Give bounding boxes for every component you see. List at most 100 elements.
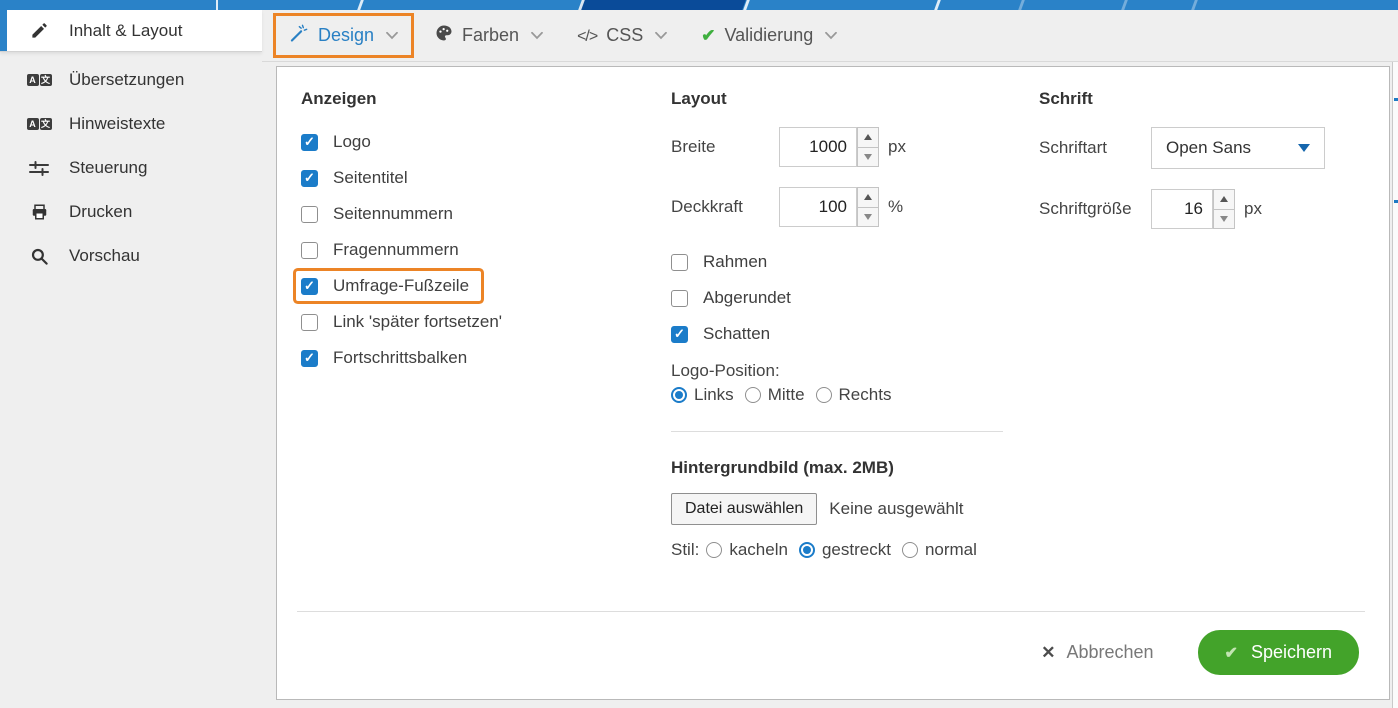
dropdown-triangle-icon bbox=[1298, 144, 1310, 152]
checkbox-checked-icon[interactable]: ✓ bbox=[301, 170, 318, 187]
sidebar-item-inhalt-layout[interactable]: Inhalt & Layout bbox=[0, 10, 262, 52]
anzeigen-section: Anzeigen ✓Logo✓SeitentitelSeitennummernF… bbox=[301, 89, 661, 379]
sidebar-item-hinweistexte[interactable]: A文 Hinweistexte bbox=[0, 102, 262, 146]
deckkraft-input[interactable] bbox=[779, 187, 857, 227]
schriftgroesse-decrement-button[interactable] bbox=[1213, 210, 1235, 230]
checkbox-label: Abgerundet bbox=[703, 288, 791, 308]
schriftgroesse-label: Schriftgröße bbox=[1039, 199, 1151, 219]
speichern-button[interactable]: ✔ Speichern bbox=[1198, 630, 1359, 675]
radio-mitte[interactable]: Mitte bbox=[745, 385, 805, 405]
toolbar: Design Farben </>CSS ✔Validierung bbox=[262, 10, 1398, 62]
checkbox-label: Rahmen bbox=[703, 252, 767, 272]
section-divider bbox=[671, 431, 1003, 432]
checkbox-link-spaeter-fortsetzen[interactable]: Link 'später fortsetzen' bbox=[296, 307, 514, 337]
deckkraft-decrement-button[interactable] bbox=[857, 208, 879, 228]
radio-label: Mitte bbox=[768, 385, 805, 405]
checkbox-unchecked-icon[interactable] bbox=[671, 254, 688, 271]
checkbox-fortschrittsbalken[interactable]: ✓Fortschrittsbalken bbox=[296, 343, 479, 373]
sidebar-item-label: Hinweistexte bbox=[69, 114, 165, 134]
checkbox-rahmen[interactable]: Rahmen bbox=[666, 247, 779, 277]
checkbox-label: Link 'später fortsetzen' bbox=[333, 312, 502, 332]
breite-increment-button[interactable] bbox=[857, 127, 879, 148]
tab-label: Validierung bbox=[724, 25, 813, 46]
deckkraft-label: Deckkraft bbox=[671, 197, 779, 217]
sidebar-item-drucken[interactable]: Drucken bbox=[0, 190, 262, 234]
checkbox-checked-icon[interactable]: ✓ bbox=[301, 134, 318, 151]
radio-selected-icon[interactable] bbox=[671, 387, 687, 403]
anzeigen-heading: Anzeigen bbox=[301, 89, 661, 109]
printer-icon bbox=[26, 203, 52, 221]
layout-section: Layout Breite px Deckkraft bbox=[671, 89, 1003, 560]
radio-unselected-icon[interactable] bbox=[902, 542, 918, 558]
checkbox-checked-icon[interactable]: ✓ bbox=[301, 278, 318, 295]
layout-heading: Layout bbox=[671, 89, 1003, 109]
checkbox-checked-icon[interactable]: ✓ bbox=[671, 326, 688, 343]
checkbox-fragennummern[interactable]: Fragennummern bbox=[296, 235, 471, 265]
radio-links[interactable]: Links bbox=[671, 385, 734, 405]
schriftgroesse-increment-button[interactable] bbox=[1213, 189, 1235, 210]
tab-label: Farben bbox=[462, 25, 519, 46]
tab-farben[interactable]: Farben bbox=[435, 24, 543, 47]
tab-design[interactable]: Design bbox=[273, 13, 414, 58]
tab-validierung[interactable]: ✔Validierung bbox=[701, 25, 837, 46]
translate-icon: A文 bbox=[26, 118, 52, 130]
tab-list: Design Farben </>CSS ✔Validierung bbox=[262, 13, 871, 58]
sidebar-item-uebersetzungen[interactable]: A文Übersetzungen bbox=[0, 58, 262, 102]
sidebar-item-vorschau[interactable]: Vorschau bbox=[0, 234, 262, 278]
breite-input[interactable] bbox=[779, 127, 857, 167]
schrift-section: Schrift Schriftart Open Sans Schriftgröß… bbox=[1039, 89, 1369, 249]
schriftart-select[interactable]: Open Sans bbox=[1151, 127, 1325, 169]
chevron-down-icon bbox=[531, 31, 543, 40]
scrollbar-tick bbox=[1394, 200, 1398, 203]
arrow-down-icon bbox=[864, 214, 872, 220]
segment-separator bbox=[216, 0, 218, 10]
segment-separator bbox=[1191, 0, 1198, 10]
tab-label: Design bbox=[318, 25, 374, 46]
radio-selected-icon[interactable] bbox=[799, 542, 815, 558]
abbrechen-button[interactable]: ✕ Abbrechen bbox=[1035, 641, 1159, 664]
deckkraft-unit: % bbox=[888, 197, 903, 217]
schriftart-label: Schriftart bbox=[1039, 138, 1151, 158]
arrow-up-icon bbox=[864, 134, 872, 140]
checkbox-logo[interactable]: ✓Logo bbox=[296, 127, 383, 157]
checkbox-unchecked-icon[interactable] bbox=[671, 290, 688, 307]
sidebar-item-steuerung[interactable]: Steuerung bbox=[0, 146, 262, 190]
checkbox-seitennummern[interactable]: Seitennummern bbox=[296, 199, 465, 229]
stil-radios: kacheln gestreckt normal bbox=[706, 540, 988, 560]
breite-spinner bbox=[857, 127, 879, 167]
checkbox-unchecked-icon[interactable] bbox=[301, 206, 318, 223]
sidebar-item-label: Vorschau bbox=[69, 246, 140, 266]
anzeigen-options: ✓Logo✓SeitentitelSeitennummernFragennumm… bbox=[301, 127, 661, 373]
checkbox-seitentitel[interactable]: ✓Seitentitel bbox=[296, 163, 420, 193]
schriftgroesse-input[interactable] bbox=[1151, 189, 1213, 229]
breite-decrement-button[interactable] bbox=[857, 148, 879, 168]
deckkraft-increment-button[interactable] bbox=[857, 187, 879, 208]
layout-options: RahmenAbgerundet✓Schatten bbox=[671, 247, 1003, 349]
radio-rechts[interactable]: Rechts bbox=[816, 385, 892, 405]
checkbox-label: Umfrage-Fußzeile bbox=[333, 276, 469, 296]
radio-unselected-icon[interactable] bbox=[706, 542, 722, 558]
stil-row: Stil: kachelngestrecktnormal bbox=[671, 540, 1003, 560]
close-icon: ✕ bbox=[1041, 643, 1055, 663]
checkbox-abgerundet[interactable]: Abgerundet bbox=[666, 283, 803, 313]
radio-normal[interactable]: normal bbox=[902, 540, 977, 560]
scrollbar[interactable] bbox=[1392, 62, 1398, 708]
checkbox-unchecked-icon[interactable] bbox=[301, 314, 318, 331]
logo-position-label: Logo-Position: bbox=[671, 361, 1003, 381]
checkbox-schatten[interactable]: ✓Schatten bbox=[666, 319, 782, 349]
radio-unselected-icon[interactable] bbox=[816, 387, 832, 403]
pencil-icon bbox=[26, 21, 52, 40]
chevron-down-icon bbox=[655, 31, 667, 40]
radio-label: normal bbox=[925, 540, 977, 560]
checkbox-unchecked-icon[interactable] bbox=[301, 242, 318, 259]
design-settings-panel: Anzeigen ✓Logo✓SeitentitelSeitennummernF… bbox=[276, 66, 1390, 700]
checkbox-checked-icon[interactable]: ✓ bbox=[301, 350, 318, 367]
datei-auswaehlen-button[interactable]: Datei auswählen bbox=[671, 493, 817, 525]
breite-field: Breite px bbox=[671, 127, 1003, 167]
checkbox-umfrage-fusszeile[interactable]: ✓ Umfrage-Fußzeile bbox=[296, 271, 481, 301]
radio-gestreckt[interactable]: gestreckt bbox=[799, 540, 891, 560]
radio-unselected-icon[interactable] bbox=[745, 387, 761, 403]
radio-kacheln[interactable]: kacheln bbox=[706, 540, 788, 560]
tab-css[interactable]: </>CSS bbox=[577, 25, 667, 46]
sidebar: Inhalt & Layout A文Übersetzungen A文 Hinweist… bbox=[0, 10, 262, 708]
